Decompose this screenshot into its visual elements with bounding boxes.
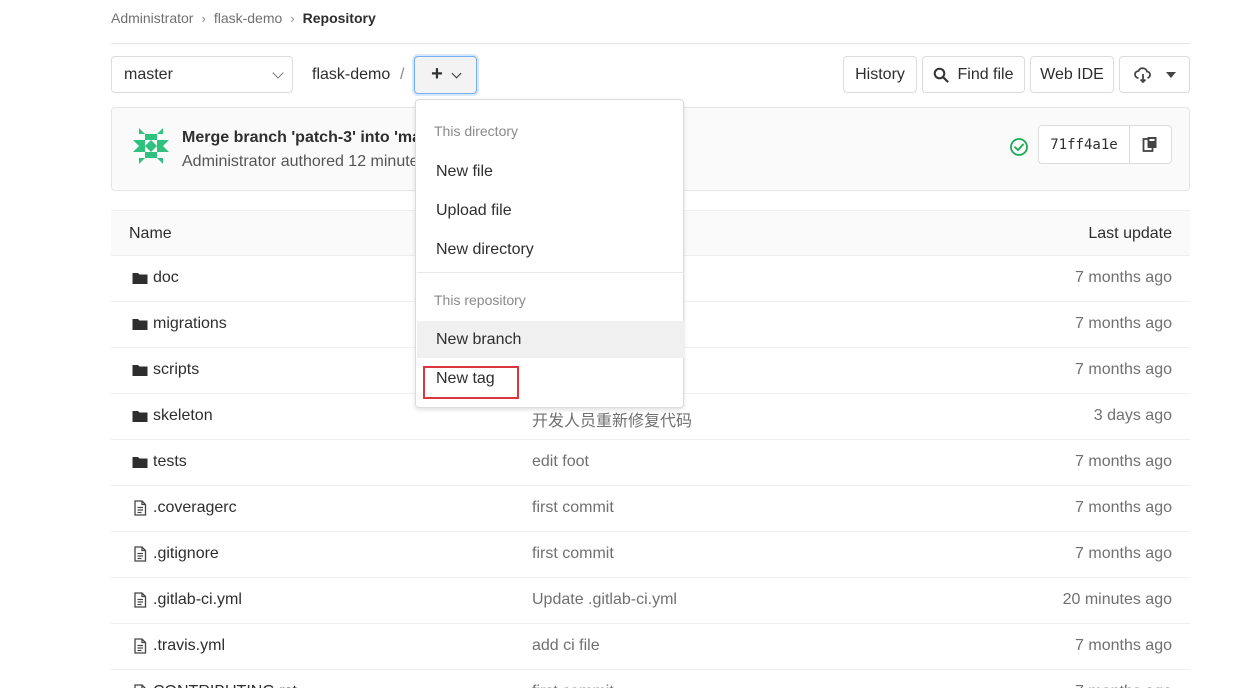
table-row[interactable]: CONTRIBUTING.rst first commit 7 months ago [111,670,1190,688]
last-update-time: 7 months ago [1075,499,1172,516]
caret-down-icon [1165,71,1176,78]
folder-icon [132,319,148,330]
file-name-link[interactable]: tests [153,453,187,471]
highlight-annotation-box [423,366,519,399]
last-update-time: 7 months ago [1075,683,1172,688]
menu-item-new-directory[interactable]: New directory [417,231,684,268]
history-button[interactable]: History [843,56,917,93]
breadcrumb-repository[interactable]: Repository [303,10,376,26]
copy-sha-button[interactable] [1128,126,1171,163]
last-update-time: 7 months ago [1075,315,1172,332]
commit-sha-group: 71ff4a1e [1038,125,1172,164]
commit-message-link[interactable]: first commit [532,545,614,563]
last-update-time: 7 months ago [1075,361,1172,378]
add-to-tree-button[interactable]: + [414,56,477,94]
plus-icon: + [431,63,443,85]
commit-title[interactable]: Merge branch 'patch-3' into 'master' [182,129,454,147]
table-row[interactable]: tests edit foot 7 months ago [111,440,1190,486]
web-ide-button-label: Web IDE [1040,65,1104,83]
column-header-last-update: Last update [1088,225,1172,242]
file-name-link[interactable]: CONTRIBUTING.rst [153,683,297,688]
menu-item-new-branch[interactable]: New branch [417,321,684,358]
search-icon [934,67,950,83]
file-name-link[interactable]: scripts [153,361,199,379]
path-separator: / [400,66,405,83]
file-name-link[interactable]: .coveragerc [153,499,237,517]
dropdown-header-this-directory: This directory [434,123,519,139]
chevron-down-icon [272,66,284,79]
chevron-down-icon [451,68,462,78]
copy-icon [1143,137,1157,152]
folder-icon [132,273,148,284]
add-dropdown-menu: This directory New file Upload file New … [415,99,684,408]
dropdown-divider [417,272,684,273]
file-name-link[interactable]: .travis.yml [153,637,225,655]
commit-message-link[interactable]: add ci file [532,637,600,655]
table-row[interactable]: .coveragerc first commit 7 months ago [111,486,1190,532]
file-name-link[interactable]: doc [153,269,179,287]
column-header-name: Name [129,225,172,242]
folder-icon [132,411,148,422]
file-name-link[interactable]: .gitlab-ci.yml [153,591,242,609]
breadcrumb: Administrator › flask-demo › Repository [111,9,376,27]
file-icon [134,638,147,654]
menu-item-upload-file[interactable]: Upload file [417,192,684,229]
commit-message-link[interactable]: 开发人员重新修复代码 [532,407,692,431]
folder-icon [132,365,148,376]
dropdown-header-this-repository: This repository [434,292,526,308]
folder-icon [132,457,148,468]
breadcrumb-project[interactable]: flask-demo [214,10,282,26]
chevron-right-icon: › [290,10,295,26]
file-icon [134,500,147,516]
menu-item-new-file[interactable]: New file [417,153,684,190]
last-update-time: 3 days ago [1093,407,1172,424]
branch-select[interactable]: master [111,56,293,93]
table-row[interactable]: .travis.yml add ci file 7 months ago [111,624,1190,670]
breadcrumb-divider [111,43,1190,44]
commit-message-link[interactable]: first commit [532,683,614,688]
project-path-link[interactable]: flask-demo [312,66,390,84]
last-update-time: 7 months ago [1075,637,1172,654]
file-name-link[interactable]: .gitignore [153,545,219,563]
find-file-button-label: Find file [957,65,1014,83]
commit-message-link[interactable]: first commit [532,499,614,517]
breadcrumb-administrator[interactable]: Administrator [111,10,193,26]
repository-page: Administrator › flask-demo › Repository … [0,0,1240,688]
find-file-button[interactable]: Find file [922,56,1025,93]
web-ide-button[interactable]: Web IDE [1030,56,1114,93]
history-button-label: History [855,65,905,83]
table-row[interactable]: .gitlab-ci.yml Update .gitlab-ci.yml 20 mi… [111,578,1190,624]
check-circle-icon[interactable] [1009,137,1029,157]
table-row[interactable]: .gitignore first commit 7 months ago [111,532,1190,578]
branch-select-value: master [124,65,173,83]
cloud-download-icon [1133,66,1151,83]
file-name-link[interactable]: migrations [153,315,227,333]
file-icon [134,684,146,688]
avatar[interactable] [131,126,171,166]
clone-dropdown-button[interactable] [1119,56,1190,93]
file-icon [134,546,147,562]
last-update-time: 7 months ago [1075,269,1172,286]
last-update-time: 7 months ago [1075,545,1172,562]
commit-message-link[interactable]: edit foot [532,453,589,471]
file-name-link[interactable]: skeleton [153,407,213,425]
last-update-time: 20 minutes ago [1062,591,1172,608]
commit-sha[interactable]: 71ff4a1e [1039,137,1129,153]
file-icon [134,592,147,608]
chevron-right-icon: › [201,10,206,26]
last-update-time: 7 months ago [1075,453,1172,470]
commit-message-link[interactable]: Update .gitlab-ci.yml [532,591,677,609]
